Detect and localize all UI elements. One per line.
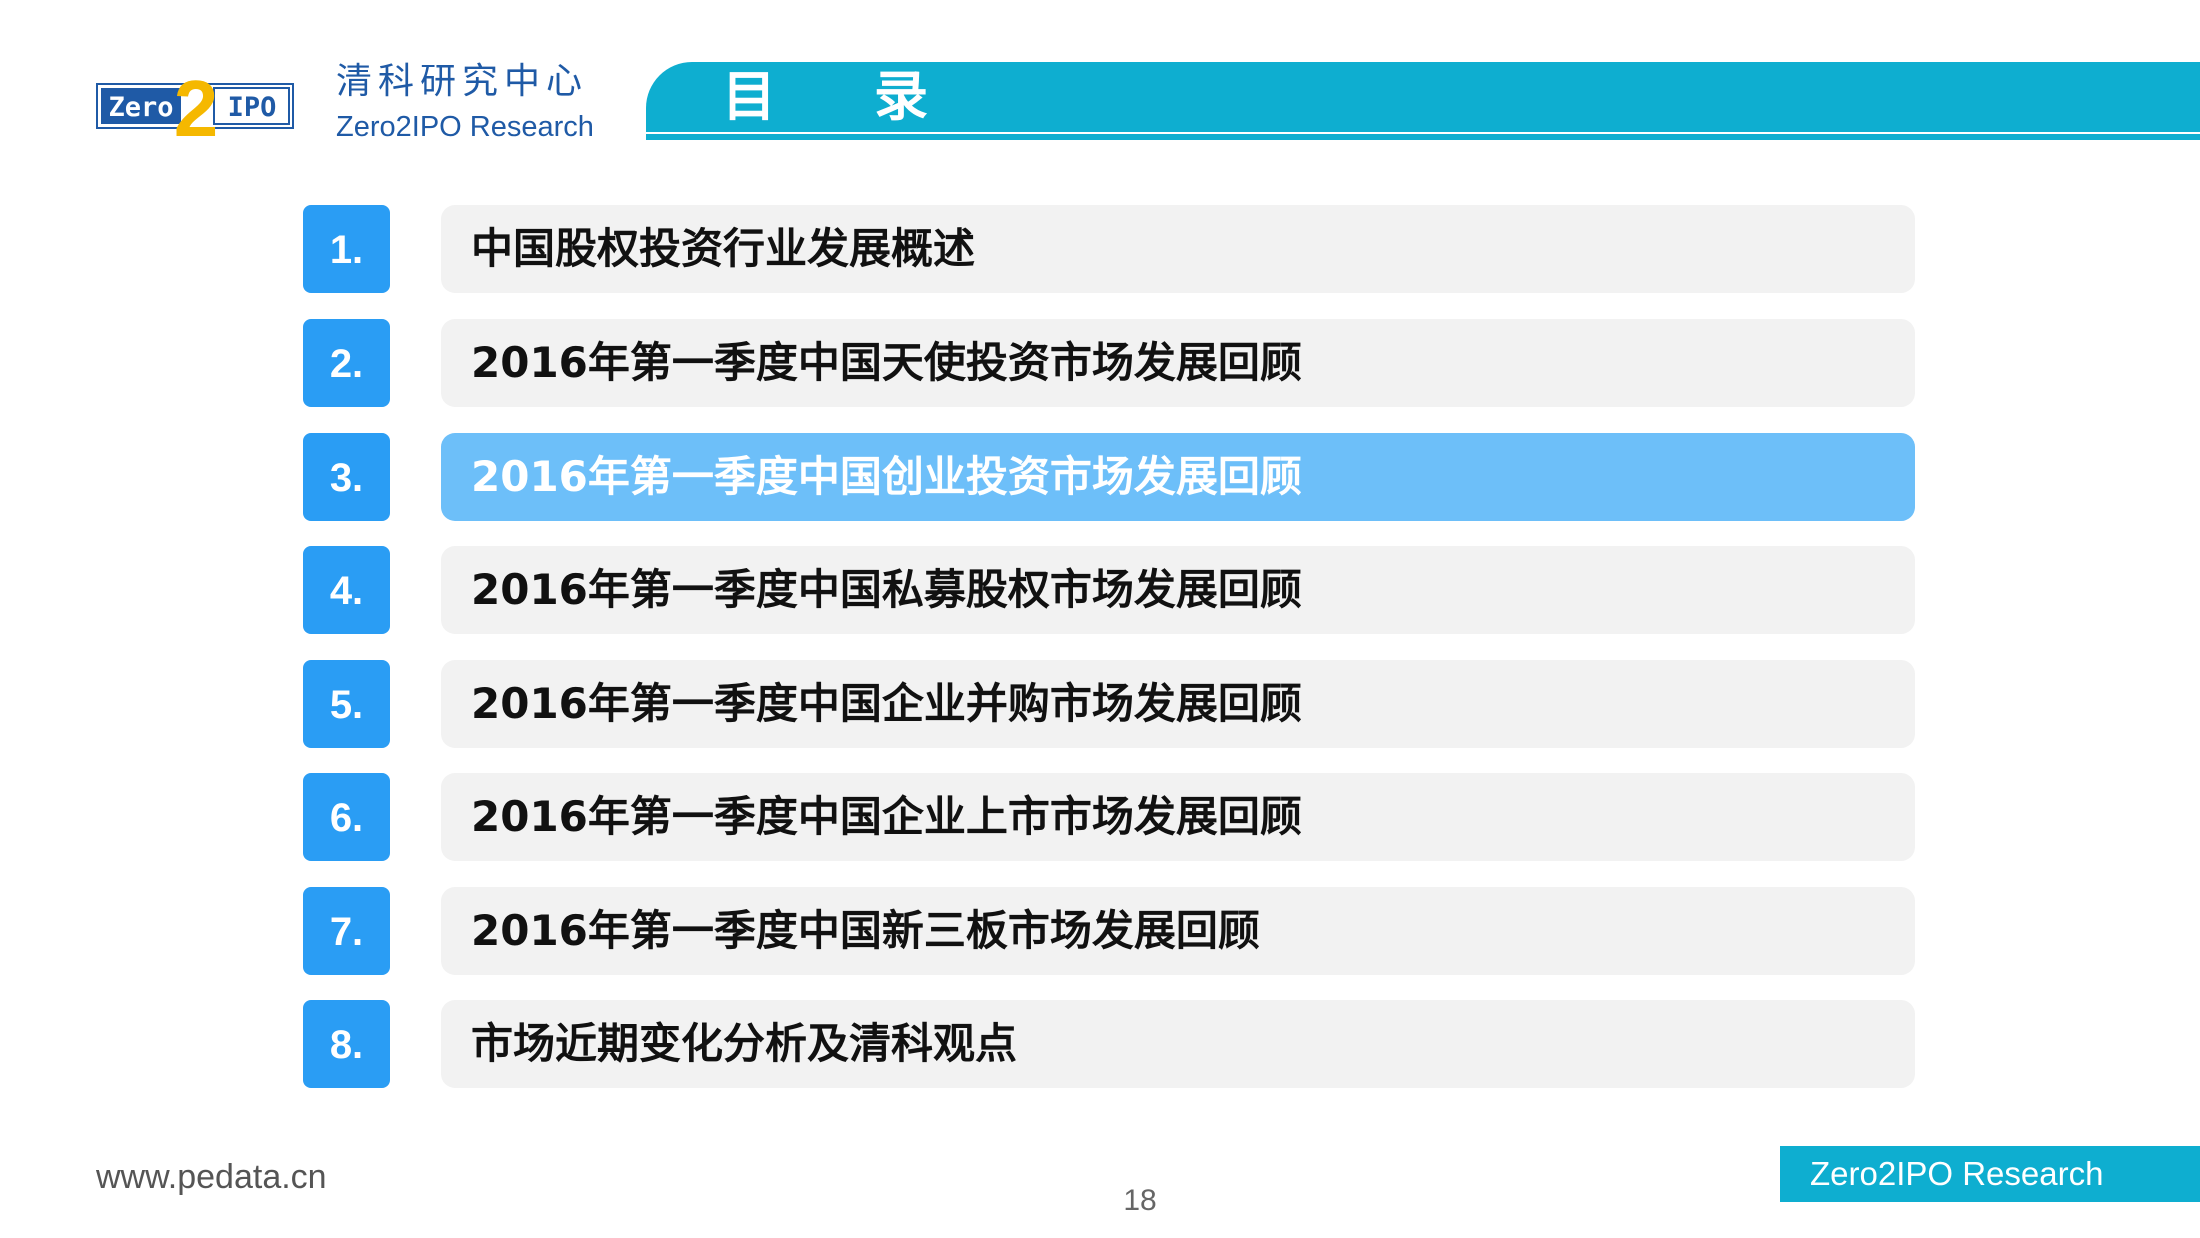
toc-item-label: 2016年第一季度中国企业上市市场发展回顾 — [441, 773, 1915, 861]
brand-english-name: Zero2IPO Research — [336, 111, 594, 143]
toc-item-number: 4. — [303, 546, 390, 634]
toc-item-label: 2016年第一季度中国企业并购市场发展回顾 — [441, 660, 1915, 748]
logo-left-text: Zero — [108, 92, 173, 123]
footer-url[interactable]: www.pedata.cn — [96, 1158, 327, 1197]
brand-chinese-name: 清科研究中心 — [336, 61, 589, 102]
toc-item-label: 2016年第一季度中国私募股权市场发展回顾 — [441, 546, 1915, 634]
logo-right-text: IPO — [228, 92, 277, 123]
zero2ipo-logo: Zero 2 IPO — [96, 66, 294, 146]
page-number: 18 — [1123, 1184, 1157, 1217]
page-title: 目录 — [722, 65, 1026, 128]
toc-item-number: 1. — [303, 205, 390, 293]
toc-item-label: 市场近期变化分析及清科观点 — [441, 1000, 1915, 1088]
toc-item-label: 2016年第一季度中国创业投资市场发展回顾 — [441, 433, 1915, 521]
toc-item-number: 2. — [303, 319, 390, 407]
toc-item-6[interactable]: 6. 2016年第一季度中国企业上市市场发展回顾 — [303, 773, 1915, 861]
toc-item-5[interactable]: 5. 2016年第一季度中国企业并购市场发展回顾 — [303, 660, 1915, 748]
toc-item-8[interactable]: 8. 市场近期变化分析及清科观点 — [303, 1000, 1915, 1088]
toc-item-2[interactable]: 2. 2016年第一季度中国天使投资市场发展回顾 — [303, 319, 1915, 407]
toc-item-number: 7. — [303, 887, 390, 975]
toc-item-label: 2016年第一季度中国新三板市场发展回顾 — [441, 887, 1915, 975]
toc-item-number: 5. — [303, 660, 390, 748]
toc-item-1[interactable]: 1. 中国股权投资行业发展概述 — [303, 205, 1915, 293]
toc-item-4[interactable]: 4. 2016年第一季度中国私募股权市场发展回顾 — [303, 546, 1915, 634]
toc-item-number: 3. — [303, 433, 390, 521]
logo-numeral: 2 — [174, 66, 219, 146]
footer-brand-badge: Zero2IPO Research — [1780, 1146, 2200, 1202]
toc-item-number: 6. — [303, 773, 390, 861]
toc-item-label: 2016年第一季度中国天使投资市场发展回顾 — [441, 319, 1915, 407]
toc-item-3-active[interactable]: 3. 2016年第一季度中国创业投资市场发展回顾 — [303, 433, 1915, 521]
toc-item-number: 8. — [303, 1000, 390, 1088]
toc-item-label: 中国股权投资行业发展概述 — [441, 205, 1915, 293]
title-underline — [646, 134, 2200, 140]
toc-item-7[interactable]: 7. 2016年第一季度中国新三板市场发展回顾 — [303, 887, 1915, 975]
